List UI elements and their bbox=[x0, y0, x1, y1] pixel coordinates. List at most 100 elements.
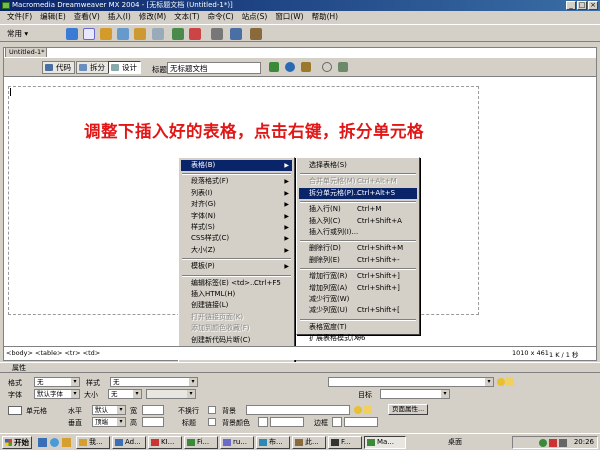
preview-in-browser-icon[interactable] bbox=[285, 62, 295, 72]
context-menu-item[interactable]: 表格(B) ▶ bbox=[181, 160, 292, 171]
context-menu-item[interactable]: 列表(I) ▶ bbox=[181, 188, 292, 199]
table-submenu-item[interactable]: 增加列宽(A) Ctrl+Shift+] bbox=[299, 283, 417, 294]
menu-file[interactable]: 文件(F) bbox=[3, 11, 36, 23]
border-input[interactable] bbox=[344, 417, 378, 427]
tray-antivirus-icon[interactable] bbox=[549, 439, 557, 447]
date-icon[interactable] bbox=[189, 28, 201, 40]
context-menu-item[interactable]: 创建链接(L) bbox=[181, 300, 292, 311]
width-input[interactable] bbox=[142, 405, 164, 415]
table-submenu-item[interactable]: 选择表格(S) bbox=[299, 160, 417, 171]
named-anchor-icon[interactable] bbox=[100, 28, 112, 40]
task-button[interactable]: 此... bbox=[292, 436, 326, 449]
desktop-toolbar-label[interactable]: 桌面 bbox=[448, 437, 462, 447]
menu-text[interactable]: 文本(T) bbox=[170, 11, 203, 23]
hyperlink-icon[interactable] bbox=[66, 28, 78, 40]
tray-network-icon[interactable] bbox=[539, 439, 547, 447]
size-unit-select[interactable] bbox=[146, 389, 196, 399]
validate-icon[interactable] bbox=[301, 62, 311, 72]
border-color-swatch[interactable] bbox=[332, 417, 342, 427]
table-submenu-item[interactable]: 增加行宽(R) Ctrl+Shift+] bbox=[299, 271, 417, 282]
refresh-icon[interactable] bbox=[322, 62, 332, 72]
window-size[interactable]: 1010 x 461 bbox=[512, 349, 549, 357]
vertical-select[interactable]: 顶端 bbox=[92, 417, 126, 427]
menu-window[interactable]: 窗口(W) bbox=[271, 11, 307, 23]
bgcolor-input[interactable] bbox=[270, 417, 304, 427]
view-options-icon[interactable] bbox=[338, 62, 348, 72]
task-button[interactable]: Ad... bbox=[112, 436, 146, 449]
table-submenu-item[interactable]: 减少列宽(U) Ctrl+Shift+[ bbox=[299, 305, 417, 316]
start-button[interactable]: 开始 bbox=[2, 436, 32, 449]
table-icon[interactable] bbox=[117, 28, 129, 40]
task-button[interactable]: ru... bbox=[220, 436, 254, 449]
context-menu-item[interactable]: 创建新代码片断(C) bbox=[181, 335, 292, 346]
task-button[interactable]: Fi... bbox=[184, 436, 218, 449]
context-menu-item[interactable]: 对齐(G) ▶ bbox=[181, 199, 292, 210]
page-properties-button[interactable]: 页面属性... bbox=[388, 404, 429, 415]
target-select[interactable] bbox=[380, 389, 450, 399]
properties-panel-header[interactable]: 属性 bbox=[0, 362, 600, 373]
context-menu-item[interactable]: 段落格式(F) ▶ bbox=[181, 176, 292, 187]
layer-icon[interactable] bbox=[134, 28, 146, 40]
split-view-button[interactable]: 拆分 bbox=[76, 61, 109, 74]
task-button[interactable]: Ma... bbox=[364, 436, 406, 449]
comment-icon[interactable] bbox=[211, 28, 223, 40]
tag-chooser-icon[interactable] bbox=[250, 28, 262, 40]
task-button[interactable]: 布... bbox=[256, 436, 290, 449]
email-link-icon[interactable] bbox=[83, 28, 95, 40]
table-submenu-item[interactable]: 插入列(C) Ctrl+Shift+A bbox=[299, 216, 417, 227]
horizontal-select[interactable]: 默认 bbox=[92, 405, 126, 415]
header-checkbox[interactable] bbox=[208, 418, 216, 426]
bgcolor-swatch[interactable] bbox=[258, 417, 268, 427]
browse-folder-icon[interactable] bbox=[506, 378, 514, 386]
task-button[interactable]: F... bbox=[328, 436, 362, 449]
height-input[interactable] bbox=[142, 417, 164, 427]
close-button[interactable]: × bbox=[588, 1, 598, 10]
insert-category-dropdown[interactable]: 常用 ▾ bbox=[4, 28, 40, 40]
table-submenu-item[interactable]: 扩展表格模式(X) F6 bbox=[299, 333, 417, 344]
quicklaunch-folder-icon[interactable] bbox=[62, 438, 71, 447]
task-button[interactable]: 我... bbox=[76, 436, 110, 449]
page-title-input[interactable] bbox=[167, 62, 261, 74]
menu-commands[interactable]: 命令(C) bbox=[204, 11, 238, 23]
table-submenu-item[interactable]: 拆分单元格(P)... Ctrl+Alt+S bbox=[299, 187, 417, 199]
quicklaunch-desktop-icon[interactable] bbox=[38, 438, 47, 447]
tray-volume-icon[interactable] bbox=[559, 439, 567, 447]
table-submenu-item[interactable]: 删除列(E) Ctrl+Shift+- bbox=[299, 255, 417, 266]
task-button[interactable]: KI... bbox=[148, 436, 182, 449]
design-view-button[interactable]: 设计 bbox=[108, 61, 141, 74]
maximize-button[interactable]: □ bbox=[577, 1, 587, 10]
nowrap-checkbox[interactable] bbox=[208, 406, 216, 414]
style-select[interactable]: 无 bbox=[110, 377, 198, 387]
menu-view[interactable]: 查看(V) bbox=[70, 11, 104, 23]
menu-edit[interactable]: 编辑(E) bbox=[36, 11, 70, 23]
format-select[interactable]: 无 bbox=[34, 377, 80, 387]
size-select[interactable]: 无 bbox=[108, 389, 142, 399]
bg-folder-icon[interactable] bbox=[364, 406, 372, 414]
link-input[interactable] bbox=[328, 377, 494, 387]
table-submenu-item[interactable]: 插入行或列(I)... bbox=[299, 227, 417, 238]
table-submenu-item[interactable]: 删除行(D) Ctrl+Shift+M bbox=[299, 243, 417, 254]
point-to-file-icon[interactable] bbox=[497, 378, 505, 386]
context-menu-item[interactable]: 样式(S) ▶ bbox=[181, 222, 292, 233]
media-icon[interactable] bbox=[172, 28, 184, 40]
table-submenu-item[interactable]: 插入行(N) Ctrl+M bbox=[299, 204, 417, 215]
menu-insert[interactable]: 插入(I) bbox=[104, 11, 135, 23]
context-menu-item[interactable]: 模板(P) ▶ bbox=[181, 261, 292, 272]
menu-help[interactable]: 帮助(H) bbox=[308, 11, 343, 23]
menu-modify[interactable]: 修改(M) bbox=[135, 11, 170, 23]
background-input[interactable] bbox=[246, 405, 350, 415]
document-tab[interactable]: Untitled-1* bbox=[5, 47, 47, 57]
tag-selector[interactable]: <body> <table> <tr> <td> bbox=[6, 349, 100, 357]
quicklaunch-ie-icon[interactable] bbox=[50, 438, 59, 447]
context-menu-item[interactable]: 字体(N) ▶ bbox=[181, 211, 292, 222]
context-menu-item[interactable]: 插入HTML(H) bbox=[181, 289, 292, 300]
context-menu-item[interactable]: 大小(Z) ▶ bbox=[181, 245, 292, 256]
code-view-button[interactable]: 代码 bbox=[42, 61, 75, 74]
minimize-button[interactable]: _ bbox=[566, 1, 576, 10]
image-icon[interactable] bbox=[152, 28, 164, 40]
menu-site[interactable]: 站点(S) bbox=[238, 11, 272, 23]
file-management-icon[interactable] bbox=[269, 62, 279, 72]
bg-point-icon[interactable] bbox=[354, 406, 362, 414]
table-submenu-item[interactable]: 减少行宽(W) bbox=[299, 294, 417, 305]
context-menu-item[interactable]: 编辑标签(E) <td>... Ctrl+F5 bbox=[181, 278, 292, 289]
